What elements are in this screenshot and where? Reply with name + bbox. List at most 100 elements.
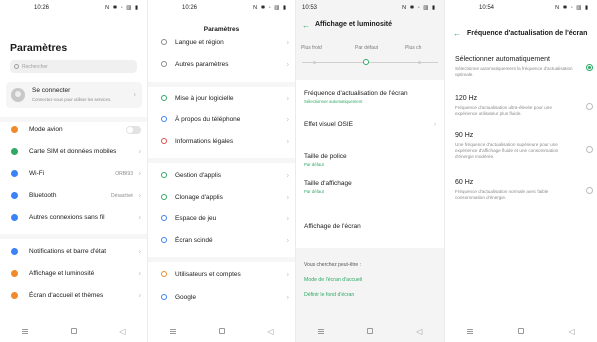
settings-row-label: Mode avion <box>29 126 63 133</box>
home-button[interactable] <box>359 327 381 336</box>
connections-icon <box>11 214 18 221</box>
recent-apps-button[interactable] <box>14 327 36 336</box>
chevron-right-icon: › <box>133 91 136 99</box>
item-label: Fréquence d'actualisation de l'écran <box>304 90 408 97</box>
home-icon <box>218 327 225 334</box>
option-description: Sélectionne automatiquement la fréquence… <box>455 66 573 78</box>
option-auto[interactable]: Sélectionner automatiquement Sélectionne… <box>455 56 589 78</box>
slider-step <box>313 61 316 64</box>
section-divider <box>0 234 147 239</box>
settings-row[interactable]: Informations légales › <box>148 133 295 151</box>
refresh-rate-item[interactable]: Fréquence d'actualisation de l'écran Sél… <box>304 90 436 104</box>
settings-row-label: Autres connexions sans fil <box>29 214 105 221</box>
back-arrow-icon[interactable]: ← <box>453 29 461 38</box>
settings-row[interactable]: À propos du téléphone › <box>148 111 295 129</box>
slider-label-cold: Plus froid <box>301 45 322 51</box>
search-input[interactable]: Rechercher <box>10 60 137 73</box>
settings-row[interactable]: Affichage et luminosité › <box>0 265 147 283</box>
account-subtitle: Connectez-vous pour utiliser les service… <box>32 97 112 102</box>
settings-row[interactable]: Utilisateurs et comptes › <box>148 266 295 284</box>
settings-row[interactable]: Langue et région › <box>148 34 295 52</box>
suggestion-link-wallpaper[interactable]: Définir le fond d'écran <box>304 292 354 298</box>
settings-row[interactable]: Autres paramètres › <box>148 56 295 74</box>
account-title: Se connecter <box>32 87 71 94</box>
option-90hz[interactable]: 90 Hz Une fréquence d'actualisation supé… <box>455 132 589 161</box>
option-60hz[interactable]: 60 Hz Fréquence d'actualisation normale … <box>455 179 589 201</box>
radio-60hz[interactable] <box>586 187 593 194</box>
item-value: Par défaut <box>304 189 324 194</box>
recent-apps-button[interactable] <box>162 327 184 336</box>
settings-row[interactable]: Notifications et barre d'état › <box>0 243 147 261</box>
status-time: 10:26 <box>34 5 50 11</box>
settings-row[interactable]: Écran scindé › <box>148 232 295 250</box>
recent-apps-button[interactable] <box>459 327 481 336</box>
osie-visual-effect-item[interactable]: Effet visuel OSIE › <box>304 121 436 128</box>
font-size-item[interactable]: Taille de police Par défaut <box>304 153 436 167</box>
recent-apps-button[interactable] <box>310 327 332 336</box>
settings-row[interactable]: Mise à jour logicielle › <box>148 90 295 108</box>
chevron-right-icon: › <box>286 194 289 202</box>
nav-bar: ◁ <box>445 320 597 342</box>
home-button[interactable] <box>211 327 233 336</box>
status-icons: N ✱ ◦ ▥ ▮ <box>253 5 287 11</box>
option-120hz[interactable]: 120 Hz Fréquence d'actualisation ultra-é… <box>455 95 589 117</box>
chevron-right-icon: › <box>138 248 141 256</box>
menu-icon <box>467 328 474 334</box>
chevron-right-icon: › <box>286 294 289 302</box>
settings-row[interactable]: Carte SIM et données mobiles › <box>0 143 147 161</box>
item-label: Affichage de l'écran <box>304 223 361 230</box>
option-label: Sélectionner automatiquement <box>455 56 550 63</box>
settings-row[interactable]: Wi-Fi ORBI93 › <box>0 165 147 183</box>
back-arrow-icon[interactable]: ← <box>302 21 310 30</box>
toggle-switch[interactable] <box>126 126 141 134</box>
settings-row[interactable]: Espace de jeu › <box>148 210 295 228</box>
settings-row[interactable]: Écran d'accueil et thèmes › <box>0 287 147 305</box>
back-button[interactable]: ◁ <box>561 327 583 336</box>
settings-row[interactable]: Mode avion <box>0 121 147 139</box>
suggestion-link-home-mode[interactable]: Mode de l'écran d'accueil <box>304 277 362 283</box>
settings-row[interactable]: Gestion d'applis › <box>148 167 295 185</box>
sim-card-icon <box>11 148 18 155</box>
option-description: Fréquence d'actualisation ultra-élevée p… <box>455 105 552 117</box>
settings-row-label: Espace de jeu <box>175 215 217 222</box>
menu-icon <box>21 328 28 334</box>
settings-row[interactable]: Clonage d'applis › <box>148 189 295 207</box>
settings-row[interactable]: Autres connexions sans fil › <box>0 209 147 227</box>
radio-auto[interactable] <box>586 64 593 71</box>
back-button[interactable]: ◁ <box>260 327 282 336</box>
back-button[interactable]: ◁ <box>112 327 134 336</box>
status-icons: N ✱ ◦ ▥ ▮ <box>105 5 139 11</box>
screen-display-item[interactable]: Affichage de l'écran <box>304 223 436 230</box>
option-label: 120 Hz <box>455 95 478 102</box>
chevron-right-icon: › <box>434 122 436 128</box>
home-button[interactable] <box>63 327 85 336</box>
radio-120hz[interactable] <box>586 103 593 110</box>
section-divider <box>148 257 295 262</box>
status-bar: 10:26 N ✱ ◦ ▥ ▮ <box>148 0 295 16</box>
settings-row[interactable]: Google › <box>148 289 295 307</box>
display-size-item[interactable]: Taille d'affichage Par défaut <box>304 180 436 194</box>
header: ← Affichage et luminosité <box>296 16 444 36</box>
status-time: 10:26 <box>182 5 198 11</box>
back-button[interactable]: ◁ <box>408 327 430 336</box>
chevron-right-icon: › <box>286 95 289 103</box>
home-button[interactable] <box>510 327 532 336</box>
google-icon <box>161 294 167 300</box>
notifications-icon <box>11 248 18 255</box>
more-settings-icon <box>161 61 167 67</box>
slider-thumb[interactable] <box>363 59 369 65</box>
account-signin-card[interactable]: Se connecter Connectez-vous pour utilise… <box>6 82 142 108</box>
wifi-icon <box>11 170 18 177</box>
settings-scrolled-screen: 10:26 N ✱ ◦ ▥ ▮ Paramètres Langue et rég… <box>148 0 296 342</box>
chevron-right-icon: › <box>286 237 289 245</box>
radio-90hz[interactable] <box>586 146 593 153</box>
chevron-right-icon: › <box>286 116 289 124</box>
home-screen-icon <box>11 292 18 299</box>
menu-icon <box>317 328 324 334</box>
refresh-rate-screen: 10:54 N ✱ ◦ ▥ ▮ ← Fréquence d'actualisat… <box>445 0 597 342</box>
split-screen-icon <box>161 237 167 243</box>
settings-row[interactable]: Bluetooth Désactivé › <box>0 187 147 205</box>
settings-row-label: À propos du téléphone <box>175 116 241 123</box>
clone-icon <box>161 194 167 200</box>
game-icon <box>161 215 167 221</box>
